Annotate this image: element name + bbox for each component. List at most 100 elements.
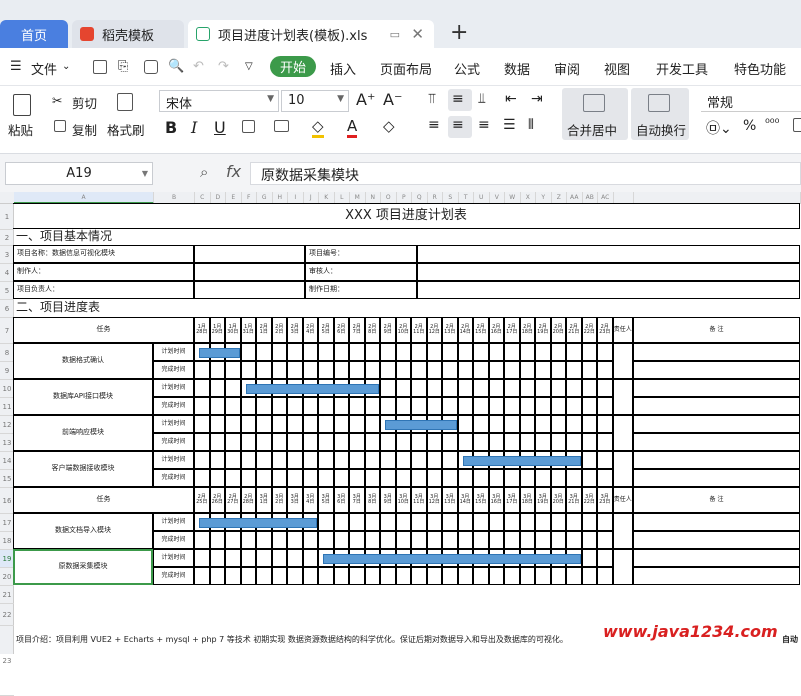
menu-data[interactable]: 数据 bbox=[504, 59, 530, 78]
menu-special[interactable]: 特色功能 bbox=[734, 59, 786, 78]
font-shrink-icon[interactable]: A⁻ bbox=[383, 90, 402, 109]
row-header[interactable]: 14 bbox=[0, 452, 14, 470]
number-format-select[interactable]: 常规 bbox=[701, 90, 801, 112]
row-header[interactable]: 22 bbox=[0, 604, 14, 626]
info-label-text: 制作人： bbox=[17, 267, 45, 276]
tab-home[interactable]: 首页 bbox=[0, 20, 68, 48]
watermark: www.java1234.com bbox=[603, 622, 778, 641]
font-size-select[interactable]: 10 ▼ bbox=[281, 90, 349, 112]
paste-button[interactable]: 粘贴 bbox=[8, 120, 33, 139]
font-family-select[interactable]: 宋体 ▼ bbox=[159, 90, 279, 112]
row-header[interactable]: 15 bbox=[0, 470, 14, 488]
gantt-cell bbox=[597, 379, 613, 397]
bold-button[interactable]: B bbox=[165, 118, 177, 137]
row-header[interactable]: 10 bbox=[0, 380, 14, 398]
wrap-label: 自动换行 bbox=[636, 123, 687, 138]
justify-icon[interactable]: ☰ bbox=[503, 117, 516, 133]
row-header[interactable]: 18 bbox=[0, 532, 14, 550]
row-header[interactable]: 9 bbox=[0, 362, 14, 380]
date-header-text: 3月 5日 bbox=[321, 493, 330, 505]
row-header[interactable]: 16 bbox=[0, 488, 14, 514]
tab-daoke[interactable]: 稻壳模板 bbox=[72, 20, 184, 48]
redo-icon[interactable]: ↷ bbox=[218, 59, 229, 74]
row-header[interactable]: 1 bbox=[0, 204, 14, 230]
row-header[interactable]: 19 bbox=[0, 550, 14, 568]
gantt-cell bbox=[240, 549, 256, 567]
clear-icon[interactable]: ◇ bbox=[383, 117, 395, 135]
hamburger-icon[interactable]: ☰ bbox=[10, 59, 22, 74]
undo-icon[interactable]: ↶ bbox=[193, 59, 204, 74]
paste-icon[interactable] bbox=[13, 94, 31, 116]
date-header-text: 2月 15日 bbox=[475, 323, 487, 335]
row-header[interactable]: 6 bbox=[0, 300, 14, 318]
row-header[interactable]: 11 bbox=[0, 398, 14, 416]
align-left-icon[interactable]: ≡ bbox=[428, 117, 440, 133]
align-bottom-icon[interactable]: ⫫ bbox=[478, 91, 486, 107]
row-header[interactable]: 5 bbox=[0, 282, 14, 300]
cut-button[interactable]: 剪切 bbox=[72, 93, 97, 112]
menu-file[interactable]: 文件 bbox=[31, 59, 57, 78]
preview-icon[interactable]: 🔍 bbox=[168, 59, 184, 74]
row-header[interactable]: 21 bbox=[0, 586, 14, 604]
close-icon[interactable]: ✕ bbox=[411, 25, 424, 43]
save-icon[interactable] bbox=[93, 60, 107, 74]
row-header[interactable]: 4 bbox=[0, 264, 14, 282]
row-header[interactable]: 23 bbox=[0, 626, 14, 696]
row-header[interactable]: 8 bbox=[0, 344, 14, 362]
font-color-icon[interactable]: A bbox=[347, 117, 358, 138]
export-icon[interactable]: ⎘ bbox=[118, 59, 128, 74]
copy-button[interactable]: 复制 bbox=[72, 120, 97, 139]
copy-icon[interactable] bbox=[54, 120, 66, 132]
row-header[interactable]: 7 bbox=[0, 318, 14, 344]
menu-developer[interactable]: 开发工具 bbox=[656, 59, 708, 78]
row-header[interactable]: 17 bbox=[0, 514, 14, 532]
percent-icon[interactable]: % bbox=[743, 118, 756, 134]
align-center-icon[interactable]: ≡ bbox=[452, 117, 464, 133]
print-icon[interactable] bbox=[144, 60, 158, 74]
tab-file[interactable]: 项目进度计划表(模板).xls ▭ ✕ bbox=[188, 20, 434, 48]
row-header[interactable]: 13 bbox=[0, 434, 14, 452]
align-top-icon[interactable]: ⫪ bbox=[428, 91, 436, 107]
more-icon[interactable]: ▽ bbox=[245, 61, 253, 72]
fx-icon[interactable]: fx bbox=[226, 162, 241, 181]
indent-decrease-icon[interactable]: ⇤ bbox=[505, 91, 517, 107]
menu-formula[interactable]: 公式 bbox=[454, 59, 480, 78]
menu-start[interactable]: 开始 bbox=[270, 56, 316, 77]
row-header[interactable]: 12 bbox=[0, 416, 14, 434]
underline-button[interactable]: U bbox=[214, 118, 226, 137]
gantt-cell bbox=[395, 433, 411, 451]
menu-review[interactable]: 审阅 bbox=[554, 59, 580, 78]
sheet-grid[interactable]: XXX 项目进度计划表 一、项目基本情况 项目名称：数据信息可视化模块 项目编号： 制作… bbox=[13, 203, 801, 654]
zoom-search-icon[interactable]: ⌕ bbox=[200, 163, 208, 181]
formula-input[interactable]: 原数据采集模块 bbox=[250, 162, 801, 185]
border-icon[interactable] bbox=[242, 120, 255, 133]
row-header[interactable]: 3 bbox=[0, 246, 14, 264]
distribute-icon[interactable]: ⫴ bbox=[528, 117, 534, 133]
italic-button[interactable]: I bbox=[191, 118, 197, 137]
brush-icon[interactable] bbox=[117, 93, 133, 111]
cell-format-icon[interactable] bbox=[274, 120, 289, 132]
fill-color-icon[interactable]: ◇ bbox=[312, 117, 324, 138]
scissors-icon[interactable]: ✂ bbox=[52, 93, 62, 108]
menu-view[interactable]: 视图 bbox=[604, 59, 630, 78]
menu-insert[interactable]: 插入 bbox=[330, 59, 356, 78]
row-header[interactable]: 20 bbox=[0, 568, 14, 586]
align-right-icon[interactable]: ≡ bbox=[478, 117, 490, 133]
row-header[interactable]: 2 bbox=[0, 230, 14, 246]
menu-page-layout[interactable]: 页面布局 bbox=[380, 59, 432, 78]
gantt-cell bbox=[504, 415, 520, 433]
date-header-text: 2月 28日 bbox=[242, 493, 254, 505]
format-painter-button[interactable]: 格式刷 bbox=[107, 120, 145, 139]
gantt-cell bbox=[488, 415, 504, 433]
name-box[interactable]: A19 ▼ bbox=[5, 162, 153, 185]
currency-icon[interactable]: ㉤⌄ bbox=[706, 118, 732, 138]
font-grow-icon[interactable]: A⁺ bbox=[356, 90, 375, 109]
gantt-cell bbox=[442, 379, 458, 397]
popout-icon[interactable]: ▭ bbox=[390, 28, 400, 41]
thousands-icon[interactable]: ⁰⁰⁰ bbox=[765, 116, 779, 130]
indent-increase-icon[interactable]: ⇥ bbox=[531, 91, 543, 107]
task-name-text: 数据库API接口模块 bbox=[52, 392, 114, 401]
decimal-icon[interactable] bbox=[793, 118, 801, 132]
align-middle-icon[interactable]: ≡ bbox=[452, 91, 464, 107]
new-tab-button[interactable]: + bbox=[450, 18, 468, 46]
